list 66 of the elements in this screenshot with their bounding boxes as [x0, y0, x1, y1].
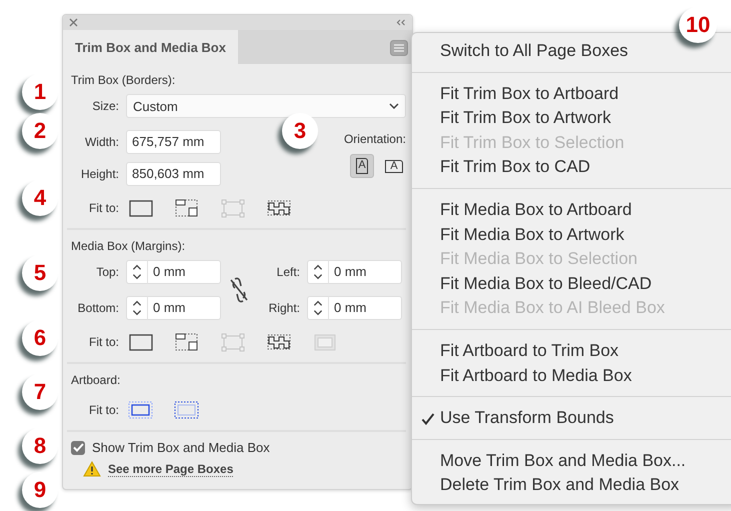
- menu-icon[interactable]: [390, 40, 408, 56]
- top-field[interactable]: 0 mm: [148, 260, 221, 284]
- stepper-button[interactable]: [307, 296, 329, 320]
- section-heading: Trim Box (Borders):: [71, 72, 176, 88]
- media-fit-icon[interactable]: [174, 400, 200, 420]
- section-heading: Media Box (Margins):: [71, 238, 186, 254]
- size-dropdown[interactable]: Custom: [126, 94, 406, 118]
- caret-icon[interactable]: [389, 103, 399, 109]
- width-field[interactable]: 675,757 mm: [126, 130, 221, 154]
- section-heading: Artboard:: [71, 372, 122, 388]
- field-label: Bottom:: [76, 301, 119, 315]
- callout-number: 9: [22, 472, 58, 508]
- field-label: Fit to:: [88, 335, 119, 349]
- right-field[interactable]: 0 mm: [329, 296, 402, 320]
- artwork-fit-icon[interactable]: [174, 198, 200, 218]
- stepper-button[interactable]: [126, 296, 148, 320]
- callout-number: 4: [22, 180, 58, 216]
- check-icon: [421, 412, 435, 426]
- callout-number: 6: [22, 320, 58, 356]
- artwork-fit-icon[interactable]: [174, 332, 200, 352]
- callout-number: 5: [22, 255, 58, 291]
- panel-tab[interactable]: Trim Box and Media Box: [63, 30, 238, 64]
- landscape-button[interactable]: A: [382, 154, 406, 178]
- see-more-link[interactable]: See more Page Boxes: [108, 462, 234, 476]
- field-label: Size:: [91, 99, 119, 113]
- artboard-fit-icon[interactable]: [128, 198, 154, 218]
- field-label: Fit to:: [88, 201, 119, 215]
- callout-number: 10: [679, 7, 717, 43]
- left-field[interactable]: 0 mm: [329, 260, 402, 284]
- menu-item[interactable]: Fit Artboard to Media Box: [412, 364, 731, 388]
- menu-item[interactable]: Fit Media Box to Artwork: [412, 222, 731, 248]
- checkbox-label: Show Trim Box and Media Box: [92, 440, 270, 455]
- menu-item[interactable]: Use Transform Bounds: [412, 406, 731, 431]
- trim-fit-icon[interactable]: [128, 400, 154, 420]
- artboard-fit-icon[interactable]: [128, 332, 154, 352]
- callout-number: 8: [22, 428, 58, 464]
- menu-item[interactable]: Fit Media Box to Bleed/CAD: [412, 272, 731, 296]
- close-icon[interactable]: [69, 18, 78, 27]
- stepper-button[interactable]: [126, 260, 148, 284]
- field-label: Width:: [84, 135, 119, 149]
- callout-number: 1: [22, 74, 58, 110]
- checkbox[interactable]: [71, 440, 85, 454]
- field-label: Height:: [80, 167, 119, 181]
- menu-item[interactable]: Fit Trim Box to Artboard: [412, 82, 731, 106]
- cad-fit-icon[interactable]: [266, 198, 292, 218]
- field-label: Left:: [276, 265, 300, 279]
- stepper-button[interactable]: [307, 260, 329, 284]
- unlinked-chain-icon[interactable]: [228, 276, 250, 304]
- menu-item[interactable]: Move Trim Box and Media Box...: [412, 448, 731, 474]
- height-field[interactable]: 850,603 mm: [126, 162, 221, 186]
- portrait-button[interactable]: A: [350, 154, 374, 178]
- field-label: Right:: [268, 301, 300, 315]
- callout-number: 2: [22, 113, 58, 149]
- menu-item[interactable]: Fit Trim Box to CAD: [412, 155, 731, 180]
- menu-item[interactable]: Fit Artboard to Trim Box: [412, 338, 731, 364]
- collapse-icon[interactable]: [396, 19, 406, 26]
- bottom-field[interactable]: 0 mm: [148, 296, 221, 320]
- field-label: Fit to:: [88, 403, 119, 417]
- field-label: Top:: [95, 265, 119, 279]
- callout-number: 7: [22, 374, 58, 410]
- menu-item[interactable]: Fit Trim Box to Artwork: [412, 106, 731, 131]
- menu-item[interactable]: Fit Media Box to Artboard: [412, 198, 731, 223]
- warning-icon: [83, 461, 101, 477]
- orientation-label: Orientation:: [344, 132, 406, 146]
- menu-item[interactable]: Delete Trim Box and Media Box: [412, 473, 731, 498]
- cad-fit-icon[interactable]: [266, 332, 292, 352]
